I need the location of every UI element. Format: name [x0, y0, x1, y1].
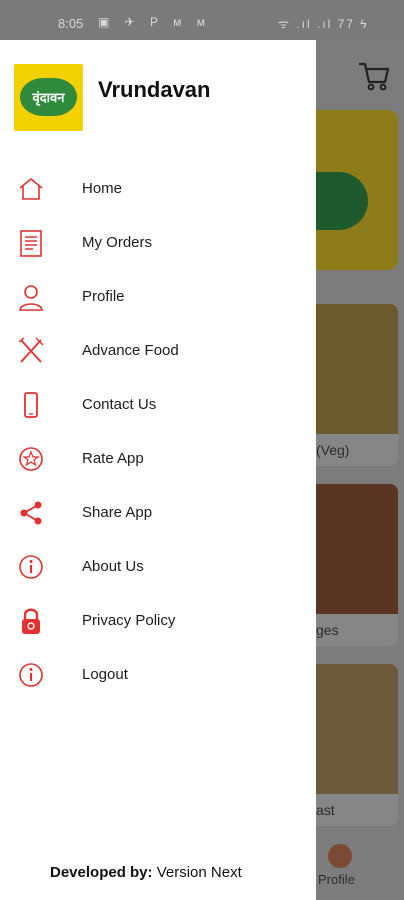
system-icons: ᯤ .ıl .ıl 77 ϟ — [278, 17, 369, 31]
promo-banner[interactable] — [316, 110, 398, 270]
share-icon — [20, 501, 42, 525]
menu-item-advance-food[interactable]: Advance Food — [0, 324, 316, 378]
lock-icon — [22, 608, 40, 634]
fork-knife-icon — [18, 337, 44, 363]
avatar-icon — [328, 844, 352, 868]
bottom-nav-label: Profile — [318, 872, 355, 887]
profile-icon — [19, 285, 43, 311]
category-image — [316, 664, 398, 794]
home-icon — [19, 178, 43, 200]
menu-item-my-orders[interactable]: My Orders — [0, 216, 316, 270]
menu-item-privacy-policy[interactable]: Privacy Policy — [0, 594, 316, 648]
developer-credit: Developed by: Version Next — [50, 864, 242, 881]
category-card[interactable]: ast — [316, 664, 398, 826]
category-image — [316, 304, 398, 434]
cart-icon[interactable] — [356, 58, 392, 94]
info-icon — [19, 555, 43, 579]
notification-icons: ▣ ✈ P ᴍ ᴍ — [98, 15, 212, 29]
menu-label: Contact Us — [82, 396, 157, 413]
info-icon — [19, 663, 43, 687]
menu-label: My Orders — [82, 234, 153, 251]
menu-item-home[interactable]: Home — [0, 162, 316, 216]
menu-label: Privacy Policy — [82, 612, 176, 629]
logo-text: वृंदावन — [32, 91, 65, 106]
menu-label: Rate App — [82, 450, 144, 467]
category-label: ges — [316, 622, 339, 638]
credit-name: Version Next — [156, 864, 242, 881]
menu-item-profile[interactable]: Profile — [0, 270, 316, 324]
status-time: 8:05 — [58, 16, 84, 31]
menu-item-logout[interactable]: Logout — [0, 648, 316, 702]
menu-label: Logout — [82, 666, 128, 683]
menu-item-rate-app[interactable]: Rate App — [0, 432, 316, 486]
credit-prefix: Developed by: — [50, 864, 153, 881]
orders-icon — [20, 230, 42, 257]
menu-item-contact-us[interactable]: Contact Us — [0, 378, 316, 432]
app-logo: वृंदावन — [14, 64, 83, 131]
phone-icon — [24, 392, 38, 418]
navigation-drawer: वृंदावन Vrundavan Home My Orders Profile — [0, 40, 316, 900]
menu-item-about-us[interactable]: About Us — [0, 540, 316, 594]
menu-item-share-app[interactable]: Share App — [0, 486, 316, 540]
category-label: (Veg) — [316, 442, 350, 458]
app-name: Vrundavan — [98, 77, 211, 102]
category-card[interactable]: ges — [316, 484, 398, 646]
category-label: ast — [316, 802, 335, 818]
menu-label: Home — [82, 180, 123, 197]
menu-label: Advance Food — [82, 342, 179, 359]
star-badge-icon — [19, 447, 43, 471]
menu-label: Profile — [82, 288, 125, 305]
status-bar: 8:05 ▣ ✈ P ᴍ ᴍ ᯤ .ıl .ıl 77 ϟ — [0, 0, 404, 40]
menu-label: About Us — [82, 558, 144, 575]
menu-label: Share App — [82, 504, 153, 521]
bottom-nav-profile[interactable]: Profile — [316, 834, 404, 900]
category-image — [316, 484, 398, 614]
background-app: (Veg) ges ast Profile — [316, 40, 404, 900]
category-card[interactable]: (Veg) — [316, 304, 398, 466]
